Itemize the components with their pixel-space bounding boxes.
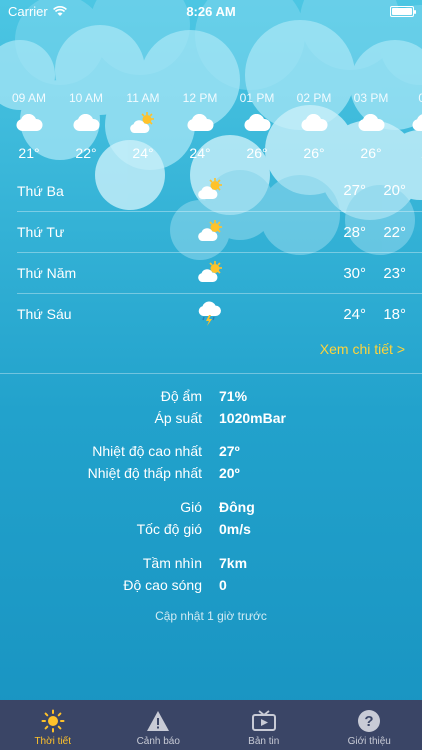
hour-time: 09 AM [11,91,47,105]
hour-temp: 24° [189,145,211,161]
status-bar: Carrier 8:26 AM [0,0,422,22]
svg-text:?: ? [365,713,374,730]
detail-label: Áp suất [154,410,202,426]
detail-label: Tầm nhìn [142,555,202,571]
tab-label: Giới thiệu [347,736,391,747]
detail-row: Nhiệt độ thấp nhất 20º [0,465,422,487]
detail-row: Nhiệt độ cao nhất 27º [0,443,422,465]
thunderstorm-icon [197,301,227,327]
detail-value: 0 [219,577,227,593]
detail-value: 20º [219,465,240,481]
see-details-link[interactable]: Xem chi tiết > [320,341,405,357]
partly-sunny-icon [118,108,168,138]
section-divider [0,373,422,374]
hour-time: 10 AM [68,91,104,105]
cloud-icon [346,108,396,138]
battery-icon [390,5,416,17]
partly-sunny-icon [197,260,227,286]
day-name: Thứ Tư [17,224,65,240]
tab-bar: Thời tiết Cảnh báo Bản tin? Giới thiệu [0,700,422,750]
daily-forecast: Thứ Ba 27° 20° Thứ Tư 28° 22° Thứ Năm 30° 23° Thứ… [0,170,422,334]
day-name: Thứ Ba [17,182,64,199]
tab-label: Cảnh báo [136,736,180,747]
detail-value: 71% [219,388,248,404]
warning-icon [146,708,170,734]
hourly-item: 03 PM 26° [346,88,396,164]
hour-time: 11 AM [126,91,160,105]
detail-label: Gió [180,499,202,515]
detail-label: Nhiệt độ thấp nhất [87,465,202,481]
hourly-item: 09 AM 21° [4,88,54,164]
hourly-forecast[interactable]: 09 AM 21° 10 AM 22° 11 AM 24° 12 PM 24° 01 PM 26°… [0,88,422,168]
detail-row: Tầm nhìn 7km [0,555,422,577]
detail-label: Tốc độ gió [136,521,202,537]
day-low-temp: 20° [383,182,406,199]
detail-label: Độ ẩm [160,388,202,404]
hourly-item: 04 2 [400,88,422,164]
day-row[interactable]: Thứ Ba 27° 20° [0,170,422,211]
detail-value: 7km [219,555,248,571]
cloud-icon [400,108,422,138]
detail-row: Gió Đông [0,499,422,521]
day-row[interactable]: Thứ Năm 30° 23° [17,252,422,293]
hour-temp: 24° [132,145,154,161]
detail-row: Tốc độ gió 0m/s [0,521,422,543]
hour-time: 04 [418,91,422,105]
day-high-temp: 28° [343,223,366,241]
day-low-temp: 23° [383,264,406,282]
detail-value: Đông [219,499,255,515]
hour-temp: 22° [75,145,97,161]
tab-weather[interactable]: Thời tiết [0,700,106,750]
hour-temp: 26° [246,145,268,161]
cloud-icon [175,108,225,138]
day-row[interactable]: Thứ Tư 28° 22° [17,211,422,252]
hourly-item: 10 AM 22° [61,88,111,164]
help-icon: ? [357,708,381,734]
cloud-icon [4,108,54,138]
tab-alerts[interactable]: Cảnh báo [106,700,212,750]
detail-label: Độ cao sóng [123,577,202,593]
hour-time: 01 PM [239,91,275,105]
hourly-item: 11 AM 24° [118,88,168,164]
hour-temp: 26° [303,145,325,161]
detail-row: Độ cao sóng 0 [0,577,422,599]
cloud-icon [232,108,282,138]
day-high-temp: 24° [343,305,366,323]
detail-row: Độ ẩm 71% [0,388,422,410]
tab-news[interactable]: Bản tin [211,700,317,750]
detail-value: 0m/s [219,521,251,537]
cloud-icon [289,108,339,138]
hourly-item: 02 PM 26° [289,88,339,164]
hour-time: 03 PM [353,91,389,105]
partly-sunny-icon [197,219,227,245]
day-low-temp: 22° [383,223,406,241]
hour-temp: 21° [18,145,40,161]
tab-label: Thời tiết [34,736,72,747]
day-high-temp: 27° [343,182,366,199]
day-high-temp: 30° [343,264,366,282]
tab-label: Bản tin [248,736,280,747]
detail-value: 27º [219,443,240,459]
hour-time: 12 PM [182,91,218,105]
day-name: Thứ Sáu [17,306,72,322]
detail-label: Nhiệt độ cao nhất [92,443,202,459]
hour-temp: 2 [400,142,422,164]
hour-time: 02 PM [296,91,332,105]
hour-temp: 26° [360,145,382,161]
day-name: Thứ Năm [17,265,77,281]
tv-icon [251,708,277,734]
last-updated-text: Cập nhật 1 giờ trước [155,609,267,623]
clock-time: 8:26 AM [186,3,236,19]
hourly-item: 01 PM 26° [232,88,282,164]
day-low-temp: 18° [383,305,406,323]
sun-icon [41,708,65,734]
cloud-icon [61,108,111,138]
detail-value: 1020mBar [219,410,286,426]
tab-about[interactable]: ? Giới thiệu [317,700,422,750]
detail-row: Áp suất 1020mBar [0,410,422,432]
partly-sunny-icon [197,177,227,203]
day-row[interactable]: Thứ Sáu 24° 18° [17,293,422,334]
hourly-item: 12 PM 24° [175,88,225,164]
